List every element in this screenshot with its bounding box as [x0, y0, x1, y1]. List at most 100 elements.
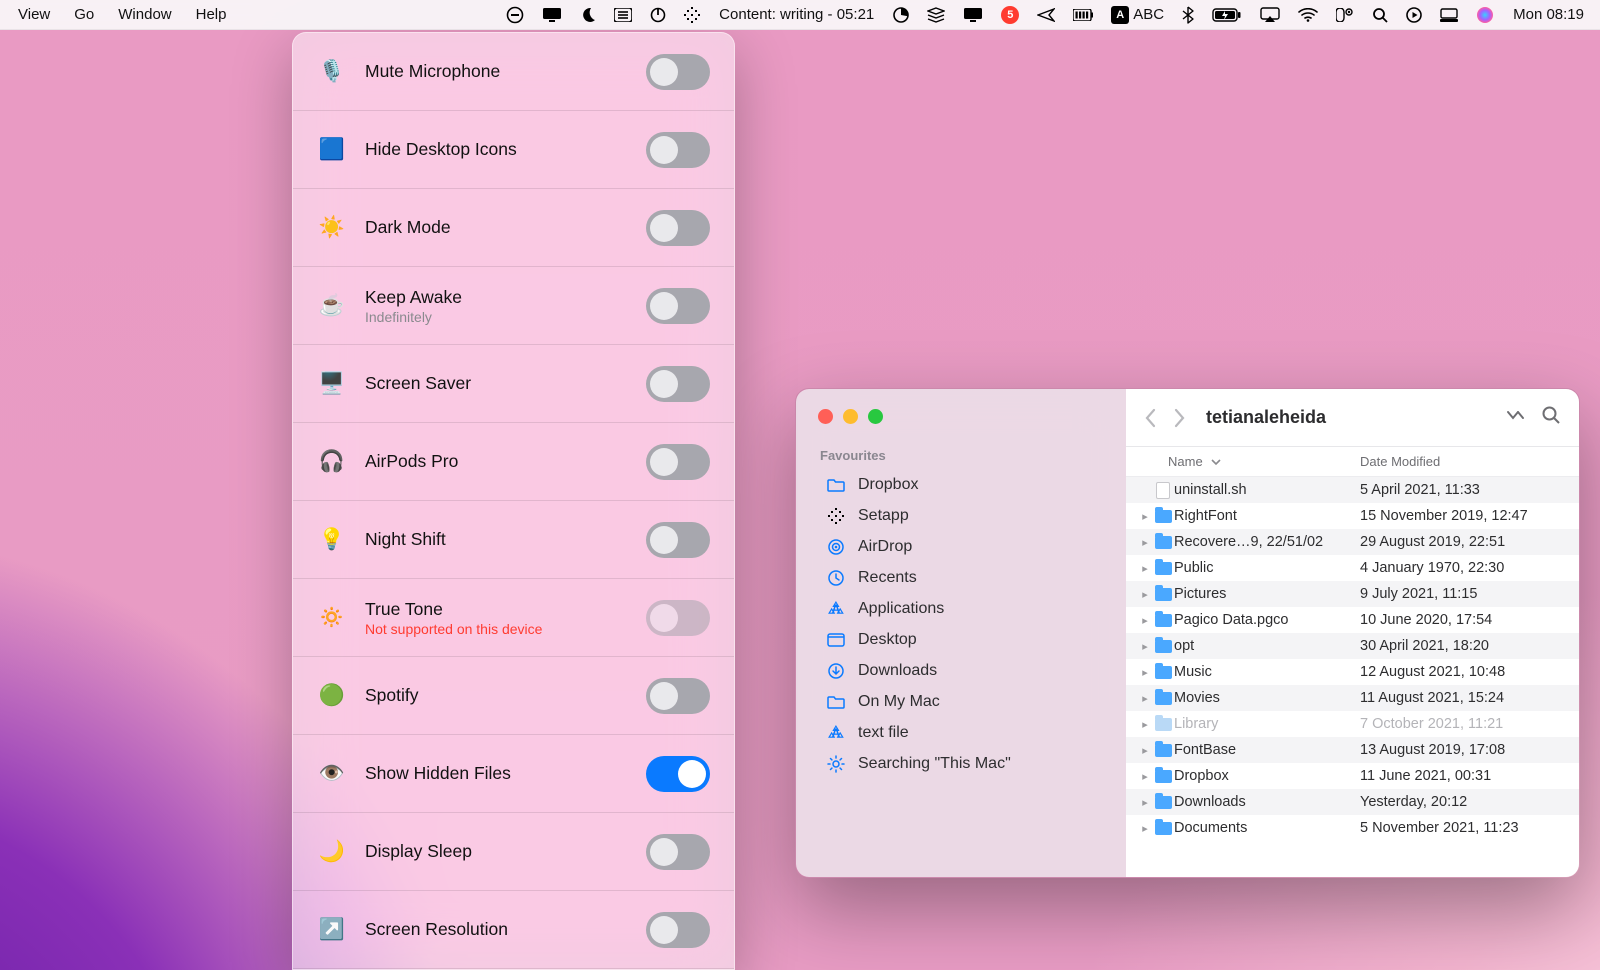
- file-name: Documents: [1174, 820, 1350, 836]
- pie-icon[interactable]: [884, 7, 918, 23]
- disclosure-chevron-icon[interactable]: ▸: [1138, 666, 1152, 679]
- toggle-row-screen-resolution: ↗️Screen Resolution: [293, 891, 734, 969]
- menubar-app-icon[interactable]: [497, 6, 533, 24]
- file-row[interactable]: ▸Music12 August 2021, 10:48: [1126, 659, 1579, 685]
- file-row[interactable]: ▸RightFont15 November 2019, 12:47: [1126, 503, 1579, 529]
- input-source-icon[interactable]: AABC: [1102, 6, 1173, 24]
- battery-charging-icon[interactable]: [1203, 8, 1251, 22]
- menu-window[interactable]: Window: [106, 6, 183, 23]
- notification-badge[interactable]: 5: [992, 6, 1028, 24]
- folder-icon: [1152, 794, 1174, 810]
- folder-icon: [1152, 560, 1174, 576]
- nav-forward-button[interactable]: [1172, 408, 1186, 428]
- sidebar-item-dropbox[interactable]: Dropbox: [802, 470, 1116, 500]
- file-row[interactable]: uninstall.sh5 April 2021, 11:33: [1126, 477, 1579, 503]
- disclosure-chevron-icon[interactable]: ▸: [1138, 562, 1152, 575]
- toggle-switch[interactable]: [646, 54, 710, 90]
- column-name[interactable]: Name: [1168, 454, 1350, 469]
- toggle-switch[interactable]: [646, 522, 710, 558]
- menu-help[interactable]: Help: [184, 6, 239, 23]
- file-row[interactable]: ▸Public4 January 1970, 22:30: [1126, 555, 1579, 581]
- disclosure-chevron-icon[interactable]: ▸: [1138, 588, 1152, 601]
- toggle-switch[interactable]: [646, 912, 710, 948]
- sidebar-item-setapp[interactable]: Setapp: [802, 501, 1116, 531]
- menu-view[interactable]: View: [6, 6, 62, 23]
- file-row[interactable]: ▸Pagico Data.pgco10 June 2020, 17:54: [1126, 607, 1579, 633]
- file-row[interactable]: ▸FontBase13 August 2019, 17:08: [1126, 737, 1579, 763]
- sidebar-item-on-my-mac[interactable]: On My Mac: [802, 687, 1116, 717]
- toolbar-overflow-button[interactable]: [1505, 408, 1527, 427]
- toggle-switch[interactable]: [646, 756, 710, 792]
- toolbar-search-button[interactable]: [1541, 405, 1561, 430]
- disclosure-chevron-icon[interactable]: ▸: [1138, 822, 1152, 835]
- disclosure-chevron-icon[interactable]: ▸: [1138, 744, 1152, 757]
- nav-back-button[interactable]: [1144, 408, 1158, 428]
- bluetooth-icon[interactable]: [1173, 6, 1203, 24]
- toggle-switch[interactable]: [646, 678, 710, 714]
- zoom-button[interactable]: [868, 409, 883, 424]
- toggle-row-show-hidden-files: 👁️Show Hidden Files: [293, 735, 734, 813]
- toggle-switch[interactable]: [646, 444, 710, 480]
- display2-icon[interactable]: [954, 7, 992, 23]
- moon-icon[interactable]: [571, 7, 605, 23]
- play-circle-icon[interactable]: [1397, 7, 1431, 23]
- stack-icon[interactable]: [918, 7, 954, 23]
- file-row[interactable]: ▸Library7 October 2021, 11:21: [1126, 711, 1579, 737]
- disclosure-chevron-icon[interactable]: ▸: [1138, 796, 1152, 809]
- sidebar-item-searching-this-mac-[interactable]: Searching "This Mac": [802, 749, 1116, 779]
- file-row[interactable]: ▸Movies11 August 2021, 15:24: [1126, 685, 1579, 711]
- toggle-switch[interactable]: [646, 366, 710, 402]
- row-icon: ☀️: [317, 216, 347, 240]
- file-row[interactable]: ▸Dropbox11 June 2021, 00:31: [1126, 763, 1579, 789]
- toggle-row-airpods-pro: 🎧AirPods Pro: [293, 423, 734, 501]
- disclosure-chevron-icon[interactable]: ▸: [1138, 640, 1152, 653]
- sidebar-item-applications[interactable]: AApplications: [802, 594, 1116, 624]
- airplay-icon[interactable]: [1251, 7, 1289, 23]
- sidebar-item-text-file[interactable]: Atext file: [802, 718, 1116, 748]
- toggle-switch[interactable]: [646, 834, 710, 870]
- wifi-icon[interactable]: [1289, 8, 1327, 22]
- menubar-clock[interactable]: Mon 08:19: [1503, 6, 1594, 23]
- file-name: Dropbox: [1174, 768, 1350, 784]
- desktop-icon: [826, 633, 846, 647]
- sidebar-item-recents[interactable]: Recents: [802, 563, 1116, 593]
- setapp-menubar-icon[interactable]: [675, 7, 709, 23]
- row-icon: ↗️: [317, 918, 347, 942]
- file-name: Pictures: [1174, 586, 1350, 602]
- list-icon[interactable]: [605, 8, 641, 22]
- sidebar-item-downloads[interactable]: Downloads: [802, 656, 1116, 686]
- file-row[interactable]: ▸DownloadsYesterday, 20:12: [1126, 789, 1579, 815]
- siri-icon[interactable]: [1467, 6, 1503, 24]
- power-icon[interactable]: [641, 7, 675, 23]
- spotlight-icon[interactable]: [1363, 7, 1397, 23]
- close-button[interactable]: [818, 409, 833, 424]
- file-row[interactable]: ▸Recovere…9, 22/51/0229 August 2019, 22:…: [1126, 529, 1579, 555]
- plane-icon[interactable]: [1028, 8, 1064, 22]
- row-text: Night Shift: [365, 529, 646, 550]
- file-row[interactable]: ▸Documents5 November 2021, 11:23: [1126, 815, 1579, 841]
- sidebar-item-airdrop[interactable]: AirDrop: [802, 532, 1116, 562]
- disclosure-chevron-icon[interactable]: ▸: [1138, 614, 1152, 627]
- file-row[interactable]: ▸Pictures9 July 2021, 11:15: [1126, 581, 1579, 607]
- disclosure-chevron-icon[interactable]: ▸: [1138, 536, 1152, 549]
- control-center-icon[interactable]: [1327, 8, 1363, 22]
- row-text: True ToneNot supported on this device: [365, 599, 646, 637]
- toggle-switch[interactable]: [646, 288, 710, 324]
- column-date-modified[interactable]: Date Modified: [1350, 454, 1440, 469]
- dock-icon[interactable]: [1431, 8, 1467, 22]
- menu-go[interactable]: Go: [62, 6, 106, 23]
- disclosure-chevron-icon[interactable]: ▸: [1138, 692, 1152, 705]
- toggle-switch[interactable]: [646, 210, 710, 246]
- minimize-button[interactable]: [843, 409, 858, 424]
- sidebar-item-desktop[interactable]: Desktop: [802, 625, 1116, 655]
- disclosure-chevron-icon[interactable]: ▸: [1138, 510, 1152, 523]
- file-date-modified: 7 October 2021, 11:21: [1350, 716, 1503, 732]
- svg-text:A: A: [832, 726, 841, 740]
- disclosure-chevron-icon[interactable]: ▸: [1138, 718, 1152, 731]
- menubar-status-text[interactable]: Content: writing - 05:21: [709, 6, 884, 23]
- display-icon[interactable]: [533, 7, 571, 23]
- toggle-switch[interactable]: [646, 132, 710, 168]
- file-row[interactable]: ▸opt30 April 2021, 18:20: [1126, 633, 1579, 659]
- disclosure-chevron-icon[interactable]: ▸: [1138, 770, 1152, 783]
- battery-bars-icon[interactable]: [1064, 9, 1102, 21]
